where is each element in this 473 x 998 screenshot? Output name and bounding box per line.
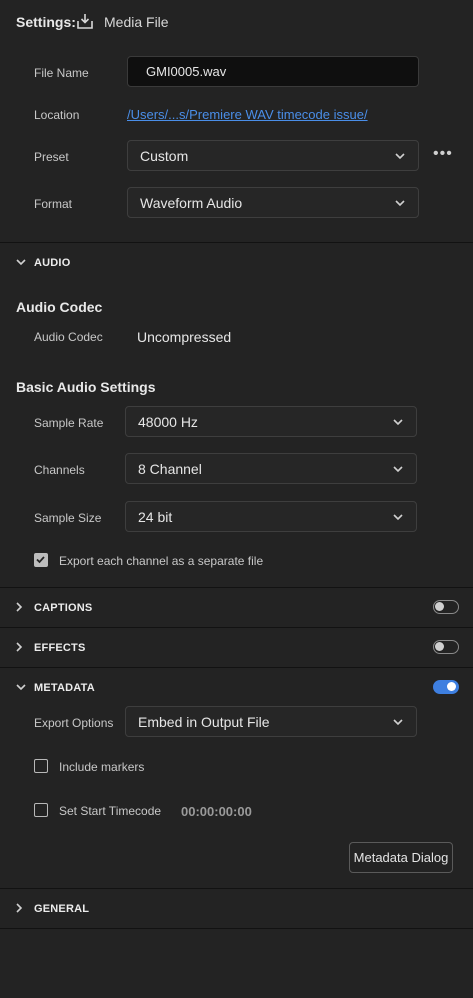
settings-title: Settings: (16, 14, 76, 30)
file-name-input[interactable]: GMI0005.wav (127, 56, 419, 87)
preset-label: Preset (34, 150, 69, 164)
section-metadata[interactable]: METADATA (34, 682, 95, 694)
audio-codec-value: Uncompressed (137, 329, 232, 345)
audio-codec-heading: Audio Codec (16, 299, 103, 315)
chevron-right-icon[interactable] (14, 602, 24, 612)
chevron-down-icon (393, 466, 403, 473)
chevron-down-icon[interactable] (16, 257, 26, 267)
divider (0, 667, 473, 668)
chevron-right-icon[interactable] (14, 642, 24, 652)
export-options-dropdown[interactable]: Embed in Output File (125, 706, 417, 737)
start-timecode-value[interactable]: 00:00:00:00 (181, 804, 252, 819)
divider (0, 242, 473, 243)
chevron-right-icon[interactable] (14, 903, 24, 913)
section-effects[interactable]: EFFECTS (34, 642, 86, 654)
chevron-down-icon (393, 719, 403, 726)
media-file-title: Media File (104, 14, 169, 30)
audio-codec-label: Audio Codec (34, 330, 103, 344)
sample-size-dropdown[interactable]: 24 bit (125, 501, 417, 532)
section-captions[interactable]: CAPTIONS (34, 602, 92, 614)
preset-dropdown[interactable]: Custom (127, 140, 419, 171)
format-value: Waveform Audio (140, 194, 243, 211)
export-each-channel-checkbox[interactable] (34, 553, 48, 567)
more-options-button[interactable]: ••• (433, 145, 453, 163)
preset-value: Custom (140, 147, 189, 164)
divider (0, 928, 473, 929)
format-dropdown[interactable]: Waveform Audio (127, 187, 419, 218)
sample-rate-label: Sample Rate (34, 416, 104, 430)
toggle-knob (447, 682, 456, 691)
export-options-value: Embed in Output File (138, 713, 270, 730)
export-options-label: Export Options (34, 716, 114, 730)
chevron-down-icon (393, 514, 403, 521)
divider (0, 587, 473, 588)
chevron-down-icon (393, 419, 403, 426)
export-icon (77, 14, 93, 29)
location-link[interactable]: /Users/...s/Premiere WAV timecode issue/ (127, 107, 368, 122)
sample-rate-dropdown[interactable]: 48000 Hz (125, 406, 417, 437)
chevron-down-icon (395, 153, 405, 160)
include-markers-label: Include markers (59, 760, 145, 774)
toggle-knob (435, 642, 444, 651)
toggle-knob (435, 602, 444, 611)
sample-rate-value: 48000 Hz (138, 413, 198, 430)
location-label: Location (34, 108, 80, 122)
format-label: Format (34, 197, 73, 211)
basic-audio-heading: Basic Audio Settings (16, 379, 156, 395)
channels-dropdown[interactable]: 8 Channel (125, 453, 417, 484)
file-name-label: File Name (34, 66, 89, 80)
include-markers-checkbox[interactable] (34, 759, 48, 773)
captions-toggle[interactable] (433, 600, 459, 614)
chevron-down-icon (395, 200, 405, 207)
set-start-timecode-label: Set Start Timecode (59, 804, 162, 818)
channels-label: Channels (34, 463, 85, 477)
channels-value: 8 Channel (138, 460, 202, 477)
sample-size-label: Sample Size (34, 511, 102, 525)
divider (0, 627, 473, 628)
effects-toggle[interactable] (433, 640, 459, 654)
checkmark-icon (36, 556, 45, 564)
divider (0, 888, 473, 889)
chevron-down-icon[interactable] (16, 682, 26, 692)
set-start-timecode-checkbox[interactable] (34, 803, 48, 817)
export-each-channel-label: Export each channel as a separate file (59, 554, 264, 568)
sample-size-value: 24 bit (138, 508, 173, 525)
section-audio[interactable]: AUDIO (34, 257, 70, 269)
metadata-dialog-button[interactable]: Metadata Dialog (349, 842, 453, 873)
section-general[interactable]: GENERAL (34, 903, 89, 915)
metadata-toggle[interactable] (433, 680, 459, 694)
